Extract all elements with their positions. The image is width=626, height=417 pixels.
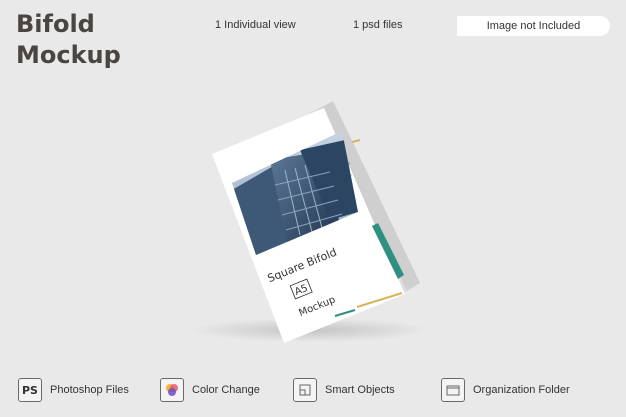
- smart-objects-icon: [293, 378, 317, 402]
- feature-label: Organization Folder: [473, 384, 570, 396]
- feature-label: Smart Objects: [325, 384, 395, 396]
- feature-color-change: Color Change: [160, 368, 260, 412]
- brochure-mockup: Square Bifold A5 Mockup: [190, 101, 430, 343]
- feature-label: Color Change: [192, 384, 260, 396]
- features-bar: PS Photoshop Files Color Change Smart Ob…: [0, 368, 626, 412]
- feature-photoshop: PS Photoshop Files: [18, 368, 129, 412]
- ps-icon: PS: [18, 378, 42, 402]
- feature-organization-folder: Organization Folder: [441, 368, 570, 412]
- folder-icon: [441, 378, 465, 402]
- color-change-icon: [160, 378, 184, 402]
- feature-smart-objects: Smart Objects: [293, 368, 395, 412]
- feature-label: Photoshop Files: [50, 384, 129, 396]
